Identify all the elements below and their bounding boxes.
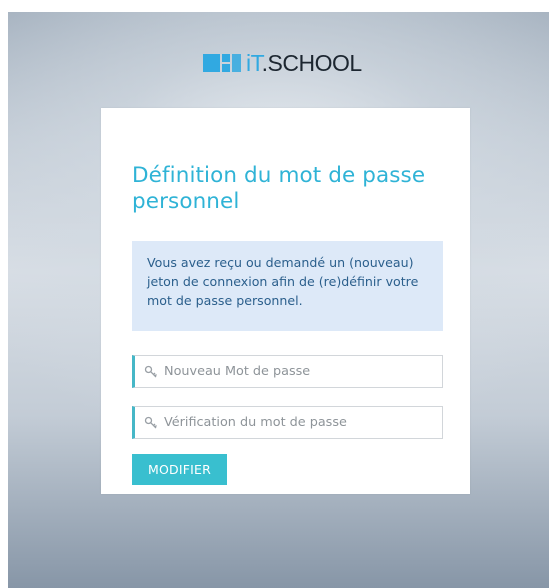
logo-text-rest: .SCHOOL bbox=[261, 50, 363, 76]
key-icon bbox=[144, 416, 157, 428]
logo-text-accent: iT bbox=[246, 50, 262, 76]
verify-password-field[interactable] bbox=[132, 406, 443, 439]
itschool-logo: iT.SCHOOL bbox=[203, 50, 362, 76]
page-title: Définition du mot de passe personnel bbox=[132, 163, 426, 214]
modifier-button[interactable]: MODIFIER bbox=[132, 454, 227, 485]
verify-password-input[interactable] bbox=[164, 415, 424, 430]
page-background: iT.SCHOOL Définition du mot de passe per… bbox=[8, 12, 549, 588]
info-message: Vous avez reçu ou demandé un (nouveau) j… bbox=[132, 241, 443, 331]
key-icon bbox=[144, 365, 157, 377]
password-card: Définition du mot de passe personnel Vou… bbox=[101, 108, 470, 494]
logo-text: iT.SCHOOL bbox=[246, 50, 362, 76]
logo-mark-icon bbox=[203, 54, 243, 72]
new-password-input[interactable] bbox=[164, 364, 424, 379]
new-password-field[interactable] bbox=[132, 355, 443, 388]
